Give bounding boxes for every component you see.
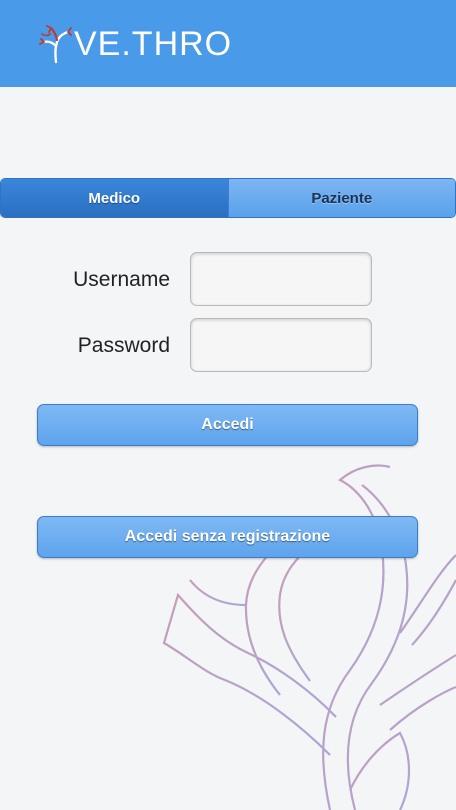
password-field[interactable] — [190, 318, 372, 372]
brand-logo: VE.THRO — [38, 22, 232, 66]
role-tabs: Medico Paziente — [0, 178, 456, 218]
tab-paziente[interactable]: Paziente — [227, 179, 455, 217]
password-label: Password — [77, 334, 170, 357]
username-label: Username — [73, 268, 170, 291]
tree-logo-icon — [39, 25, 72, 64]
tab-medico[interactable]: Medico — [1, 179, 228, 217]
app-header: VE.THRO — [0, 0, 456, 87]
guest-login-button[interactable]: Accedi senza registrazione — [37, 516, 418, 558]
login-button[interactable]: Accedi — [37, 404, 418, 446]
brand-name: VE.THRO — [74, 24, 233, 63]
tree-watermark — [162, 464, 456, 810]
username-field[interactable] — [190, 252, 372, 306]
